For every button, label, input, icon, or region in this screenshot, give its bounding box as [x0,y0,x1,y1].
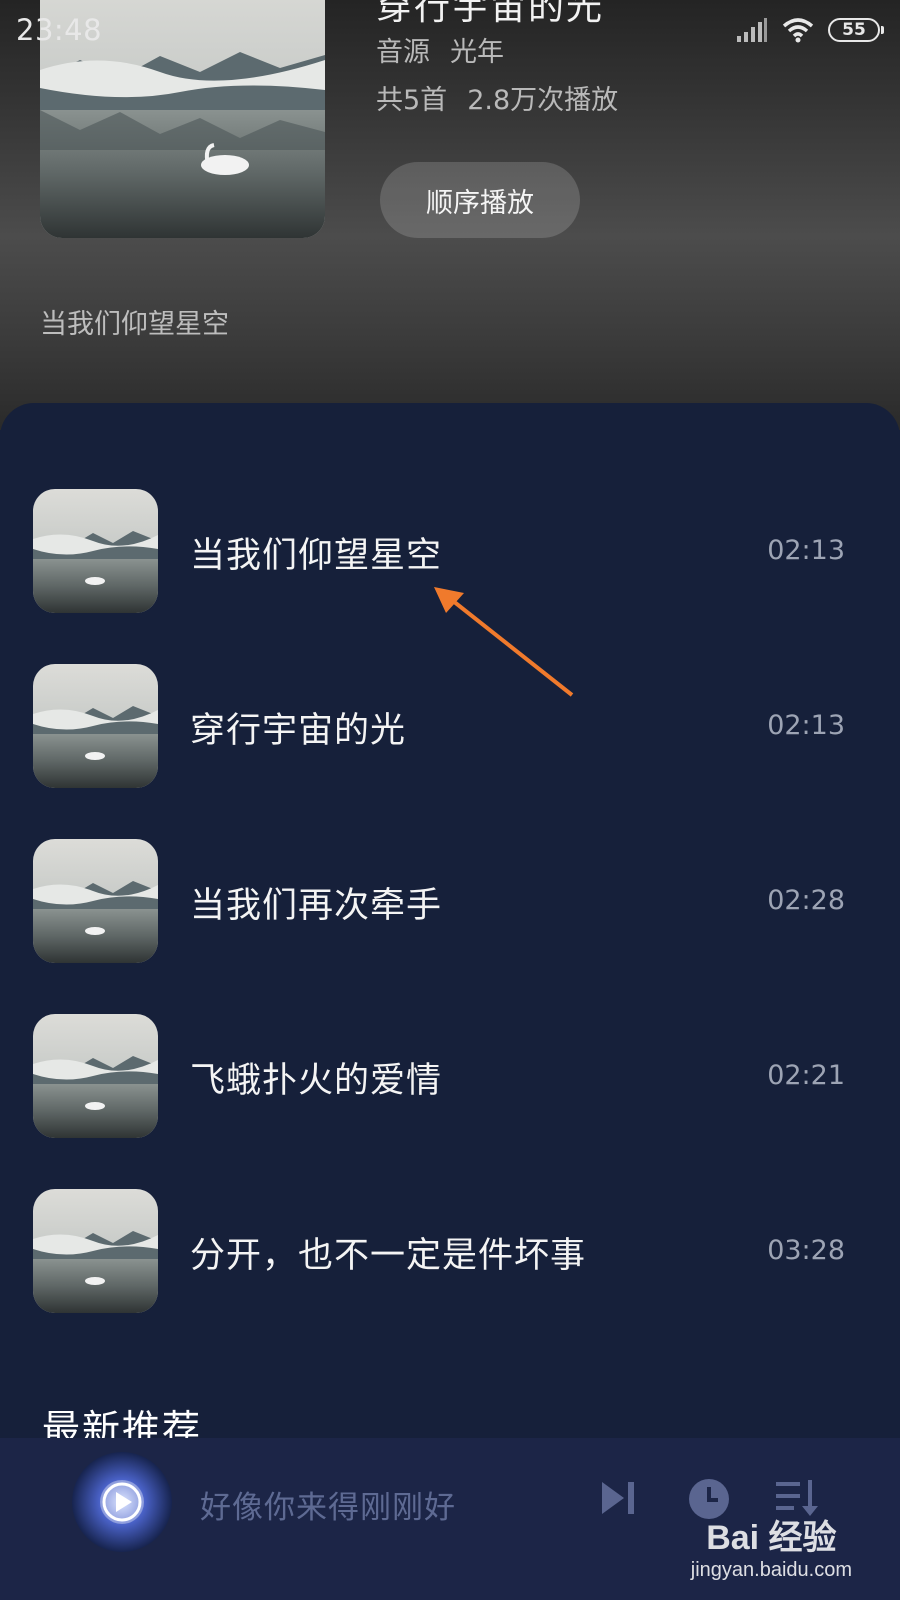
album-stats: 共5首 2.8万次播放 [376,78,638,117]
song-thumbnail [33,1189,158,1313]
now-playing-title: 好像你来得刚刚好 [200,1490,456,1526]
now-playing-cover[interactable] [72,1452,172,1552]
play-count: 2.8万次播放 [467,85,619,116]
song-duration: 02:21 [767,1060,845,1091]
watermark: Bai 经验 jingyan.baidu.com [691,1510,852,1582]
song-duration: 02:28 [767,885,845,916]
annotation-arrow-icon [434,587,574,697]
wifi-icon [782,18,814,43]
status-bar: 23:48 55 [0,0,900,60]
song-thumbnail [33,664,158,788]
song-row[interactable]: 飞蛾扑火的爱情 02:21 [0,1014,900,1138]
track-count: 共5首 [376,85,448,116]
song-row[interactable]: 分开，也不一定是件坏事 03:28 [0,1189,900,1313]
next-track-icon[interactable] [598,1478,638,1518]
song-row[interactable]: 当我们再次牵手 02:28 [0,839,900,963]
status-time: 23:48 [16,13,103,47]
song-title: 当我们仰望星空 [190,536,443,576]
battery-icon: 55 [828,18,884,42]
song-duration: 02:13 [767,535,845,566]
song-title: 分开，也不一定是件坏事 [190,1236,587,1276]
song-thumbnail [33,489,158,613]
play-order-button[interactable]: 顺序播放 [380,162,580,238]
signal-icon [737,18,767,42]
song-duration: 02:13 [767,710,845,741]
song-title: 当我们再次牵手 [190,886,443,926]
song-title: 飞蛾扑火的爱情 [190,1061,443,1101]
album-description: 当我们仰望星空 [40,309,229,340]
song-duration: 03:28 [767,1235,845,1266]
song-title: 穿行宇宙的光 [190,711,407,751]
watermark-url: jingyan.baidu.com [690,1559,852,1581]
song-thumbnail [33,1014,158,1138]
mini-player[interactable]: 好像你来得刚刚好 Bai 经验 jingyan.baidu.com [0,1438,900,1600]
song-thumbnail [33,839,158,963]
watermark-brand: Bai 经验 [706,1519,837,1557]
album-header: 穿行宇宙的光 音源 光年 共5首 2.8万次播放 顺序播放 当我们仰望星空 [0,0,900,430]
